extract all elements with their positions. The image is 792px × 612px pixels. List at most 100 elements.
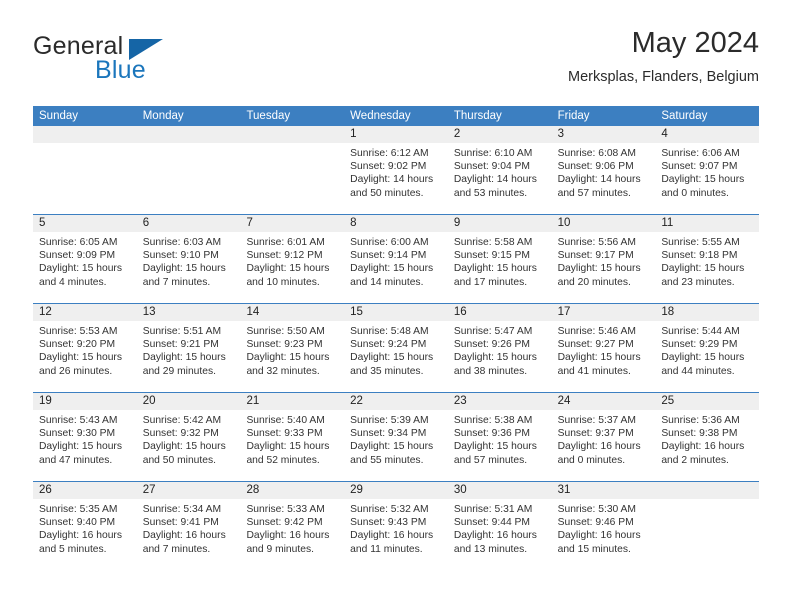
- day-sun-info: Sunrise: 5:37 AM Sunset: 9:37 PM Daylight:…: [552, 410, 656, 467]
- calendar-day-cell[interactable]: 17 Sunrise: 5:46 AM Sunset: 9:27 PM Dayligh…: [551, 304, 656, 392]
- day-sun-info: Sunrise: 5:43 AM Sunset: 9:30 PM Daylight:…: [33, 410, 137, 467]
- daylight-text-line2: and 57 minutes.: [453, 454, 528, 466]
- day-number: 30: [447, 482, 552, 499]
- calendar-day-cell[interactable]: 18 Sunrise: 5:44 AM Sunset: 9:29 PM Dayligh…: [655, 304, 760, 392]
- calendar-day-cell[interactable]: 31 Sunrise: 5:30 AM Sunset: 9:46 PM Dayligh…: [551, 482, 656, 570]
- sunset-text: Sunset: 9:06 PM: [557, 161, 634, 173]
- sunrise-text: Sunrise: 5:36 AM: [661, 415, 740, 426]
- sunset-text: Sunset: 9:24 PM: [350, 339, 427, 351]
- daylight-text-line2: and 11 minutes.: [350, 543, 423, 555]
- calendar-day-cell[interactable]: 24 Sunrise: 5:37 AM Sunset: 9:37 PM Dayligh…: [551, 393, 656, 481]
- calendar-day-cell[interactable]: 27 Sunrise: 5:34 AM Sunset: 9:41 PM Dayligh…: [136, 482, 241, 570]
- sunrise-text: Sunrise: 5:53 AM: [39, 326, 118, 337]
- day-sun-info: Sunrise: 5:53 AM Sunset: 9:20 PM Daylight:…: [33, 321, 137, 378]
- calendar-day-cell[interactable]: 10 Sunrise: 5:56 AM Sunset: 9:17 PM Dayligh…: [551, 215, 656, 303]
- day-number: 10: [551, 215, 656, 232]
- day-number: [33, 126, 137, 143]
- day-number: 11: [655, 215, 760, 232]
- daylight-text-line1: Daylight: 14 hours: [453, 174, 537, 186]
- calendar-day-cell[interactable]: 4 Sunrise: 6:06 AM Sunset: 9:07 PM Daylight…: [655, 126, 760, 214]
- calendar-day-cell[interactable]: 30 Sunrise: 5:31 AM Sunset: 9:44 PM Dayligh…: [447, 482, 552, 570]
- day-sun-info: Sunrise: 6:05 AM Sunset: 9:09 PM Daylight:…: [33, 232, 137, 289]
- daylight-text-line2: and 57 minutes.: [557, 187, 631, 199]
- day-sun-info: Sunrise: 5:40 AM Sunset: 9:33 PM Daylight:…: [240, 410, 344, 467]
- brand-logo[interactable]: General Blue: [33, 32, 243, 88]
- calendar-day-cell[interactable]: 3 Sunrise: 6:08 AM Sunset: 9:06 PM Daylight…: [551, 126, 656, 214]
- sunset-text: Sunset: 9:07 PM: [661, 161, 738, 173]
- day-number: 21: [240, 393, 345, 410]
- calendar-day-cell[interactable]: 5 Sunrise: 6:05 AM Sunset: 9:09 PM Daylight…: [33, 215, 137, 303]
- daylight-text-line2: and 7 minutes.: [142, 543, 211, 555]
- day-number: 22: [344, 393, 448, 410]
- calendar-day-cell[interactable]: 20 Sunrise: 5:42 AM Sunset: 9:32 PM Dayligh…: [136, 393, 241, 481]
- calendar-day-cell[interactable]: 19 Sunrise: 5:43 AM Sunset: 9:30 PM Dayligh…: [33, 393, 137, 481]
- day-number: 29: [344, 482, 448, 499]
- calendar-day-cell-empty: [33, 126, 137, 214]
- calendar-day-cell[interactable]: 1 Sunrise: 6:12 AM Sunset: 9:02 PM Daylight…: [344, 126, 448, 214]
- day-number: 1: [344, 126, 448, 143]
- daylight-text-line2: and 7 minutes.: [142, 276, 211, 288]
- day-number: 26: [33, 482, 137, 499]
- day-number: 16: [447, 304, 552, 321]
- sunrise-text: Sunrise: 6:10 AM: [453, 148, 533, 159]
- daylight-text-line1: Daylight: 14 hours: [557, 174, 641, 186]
- daylight-text-line1: Daylight: 16 hours: [142, 530, 226, 542]
- day-sun-info: Sunrise: 6:12 AM Sunset: 9:02 PM Daylight:…: [344, 143, 448, 200]
- calendar-day-cell[interactable]: 13 Sunrise: 5:51 AM Sunset: 9:21 PM Dayligh…: [136, 304, 241, 392]
- day-number: 14: [240, 304, 345, 321]
- calendar-day-cell[interactable]: 25 Sunrise: 5:36 AM Sunset: 9:38 PM Dayligh…: [655, 393, 760, 481]
- daylight-text-line2: and 35 minutes.: [350, 365, 424, 377]
- daylight-text-line1: Daylight: 15 hours: [350, 263, 434, 275]
- calendar-day-cell[interactable]: 9 Sunrise: 5:58 AM Sunset: 9:15 PM Daylight…: [447, 215, 552, 303]
- day-number: 27: [136, 482, 241, 499]
- daylight-text-line1: Daylight: 15 hours: [246, 441, 330, 453]
- daylight-text-line2: and 2 minutes.: [661, 454, 729, 466]
- day-number: 9: [447, 215, 552, 232]
- day-number: 15: [344, 304, 448, 321]
- calendar-day-cell[interactable]: 8 Sunrise: 6:00 AM Sunset: 9:14 PM Daylight…: [344, 215, 448, 303]
- day-sun-info: Sunrise: 5:33 AM Sunset: 9:42 PM Daylight:…: [240, 499, 344, 556]
- calendar-day-cell[interactable]: 12 Sunrise: 5:53 AM Sunset: 9:20 PM Dayligh…: [33, 304, 137, 392]
- calendar-day-cell[interactable]: 2 Sunrise: 6:10 AM Sunset: 9:04 PM Daylight…: [447, 126, 552, 214]
- calendar-week-row: 26 Sunrise: 5:35 AM Sunset: 9:40 PM Dayligh…: [33, 481, 760, 570]
- calendar-day-cell[interactable]: 26 Sunrise: 5:35 AM Sunset: 9:40 PM Dayligh…: [33, 482, 137, 570]
- daylight-text-line2: and 10 minutes.: [246, 276, 320, 288]
- calendar-day-cell[interactable]: 11 Sunrise: 5:55 AM Sunset: 9:18 PM Dayligh…: [655, 215, 760, 303]
- sunset-text: Sunset: 9:02 PM: [350, 161, 427, 173]
- sunset-text: Sunset: 9:40 PM: [39, 517, 116, 529]
- sunset-text: Sunset: 9:33 PM: [246, 428, 323, 440]
- calendar-day-cell[interactable]: 28 Sunrise: 5:33 AM Sunset: 9:42 PM Dayligh…: [240, 482, 345, 570]
- sunset-text: Sunset: 9:32 PM: [142, 428, 219, 440]
- daylight-text-line2: and 26 minutes.: [39, 365, 113, 377]
- day-sun-info: Sunrise: 5:46 AM Sunset: 9:27 PM Daylight:…: [552, 321, 656, 378]
- calendar-week-row: 12 Sunrise: 5:53 AM Sunset: 9:20 PM Dayligh…: [33, 303, 760, 392]
- calendar-day-cell[interactable]: 14 Sunrise: 5:50 AM Sunset: 9:23 PM Dayligh…: [240, 304, 345, 392]
- day-number: [655, 482, 760, 499]
- sunset-text: Sunset: 9:17 PM: [557, 250, 634, 262]
- calendar-day-cell[interactable]: 6 Sunrise: 6:03 AM Sunset: 9:10 PM Daylight…: [136, 215, 241, 303]
- location-subtitle: Merksplas, Flanders, Belgium: [568, 69, 759, 85]
- daylight-text-line1: Daylight: 16 hours: [39, 530, 122, 542]
- daylight-text-line1: Daylight: 15 hours: [661, 352, 745, 364]
- calendar-day-cell[interactable]: 22 Sunrise: 5:39 AM Sunset: 9:34 PM Dayligh…: [344, 393, 448, 481]
- sunset-text: Sunset: 9:43 PM: [350, 517, 427, 529]
- sunset-text: Sunset: 9:12 PM: [246, 250, 323, 262]
- sunrise-text: Sunrise: 6:12 AM: [350, 148, 429, 159]
- day-sun-info: Sunrise: 5:44 AM Sunset: 9:29 PM Daylight:…: [655, 321, 759, 378]
- day-sun-info: Sunrise: 5:48 AM Sunset: 9:24 PM Daylight:…: [344, 321, 448, 378]
- weekday-header-saturday: Saturday: [661, 110, 708, 122]
- calendar-day-cell[interactable]: 15 Sunrise: 5:48 AM Sunset: 9:24 PM Dayligh…: [344, 304, 448, 392]
- calendar-day-cell[interactable]: 29 Sunrise: 5:32 AM Sunset: 9:43 PM Dayligh…: [344, 482, 448, 570]
- calendar-day-cell[interactable]: 21 Sunrise: 5:40 AM Sunset: 9:33 PM Dayligh…: [240, 393, 345, 481]
- day-sun-info: Sunrise: 5:38 AM Sunset: 9:36 PM Daylight:…: [448, 410, 552, 467]
- calendar-week-row: 1 Sunrise: 6:12 AM Sunset: 9:02 PM Daylight…: [33, 126, 760, 214]
- daylight-text-line1: Daylight: 15 hours: [350, 441, 434, 453]
- calendar-day-cell[interactable]: 16 Sunrise: 5:47 AM Sunset: 9:26 PM Dayligh…: [447, 304, 552, 392]
- sunrise-text: Sunrise: 5:38 AM: [453, 415, 533, 426]
- day-number: 2: [447, 126, 552, 143]
- daylight-text-line1: Daylight: 15 hours: [557, 352, 641, 364]
- sunset-text: Sunset: 9:34 PM: [350, 428, 427, 440]
- sunset-text: Sunset: 9:09 PM: [39, 250, 116, 262]
- calendar-day-cell[interactable]: 7 Sunrise: 6:01 AM Sunset: 9:12 PM Daylight…: [240, 215, 345, 303]
- calendar-day-cell[interactable]: 23 Sunrise: 5:38 AM Sunset: 9:36 PM Dayligh…: [447, 393, 552, 481]
